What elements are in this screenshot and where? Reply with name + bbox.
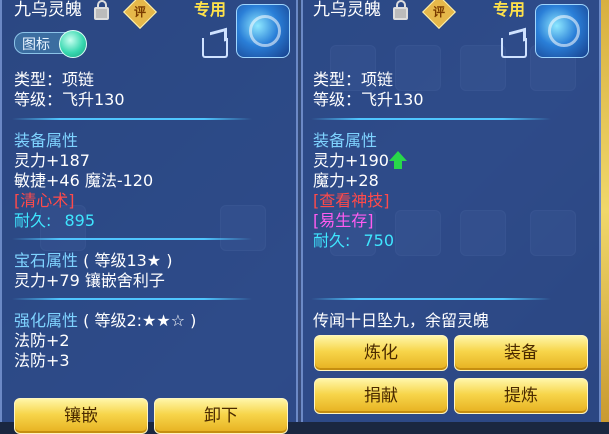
refine-button[interactable]: 炼化	[314, 335, 448, 371]
item-tooltip-left: 九乌灵魄 评 专用 图标 类型：项链 等级：飞升130 装备属性 灵力+187 …	[0, 0, 298, 434]
special-skill[interactable]: [清心术]	[14, 191, 75, 211]
item-name: 九乌灵魄	[14, 0, 82, 20]
exclusive-label: 专用	[194, 0, 227, 19]
effect-tag: [易生存]	[313, 211, 374, 230]
durability: 耐久: 750	[313, 231, 394, 251]
item-level: 等级：飞升130	[14, 90, 125, 109]
appraise-badge-icon[interactable]: 评	[123, 0, 157, 29]
side-scroll-strip	[601, 0, 609, 422]
icon-toggle[interactable]: 图标	[14, 30, 87, 58]
inlay-button[interactable]: 镶嵌	[14, 398, 148, 434]
durability-label: 耐久:	[14, 211, 52, 230]
strengthen-line: 法防+2	[14, 331, 70, 350]
item-tooltip-right: 九乌灵魄 评 专用 类型：项链 等级：飞升130 装备属性 灵力+190 魔力+…	[301, 0, 601, 422]
lore-text: 传闻十日坠九，余留灵魄	[313, 311, 490, 330]
equip-attr-title: 装备属性	[313, 131, 378, 150]
durability-value: 895	[64, 211, 96, 230]
equip-button[interactable]: 装备	[454, 335, 588, 371]
durability-label: 耐久:	[313, 231, 351, 250]
appraise-badge-icon[interactable]: 评	[422, 0, 456, 29]
lock-icon[interactable]	[393, 0, 408, 20]
share-icon[interactable]	[202, 38, 228, 58]
view-skill-link[interactable]: [查看神技]	[313, 191, 390, 211]
divider	[12, 118, 252, 120]
item-level: 等级：飞升130	[313, 90, 424, 109]
strengthen-line: 法防+3	[14, 351, 70, 370]
divider	[12, 238, 252, 240]
durability: 耐久: 895	[14, 211, 95, 231]
attr-line: 灵力+187	[14, 151, 90, 170]
gem-attr: 宝石属性 ( 等级13★ )	[14, 251, 172, 271]
strengthen-attr: 强化属性 ( 等级2:★★☆ )	[14, 311, 196, 331]
item-type: 类型：项链	[313, 70, 394, 89]
toggle-knob-icon	[59, 30, 87, 58]
attr-line: 敏捷+46 魔法-120	[14, 171, 154, 190]
divider	[311, 298, 551, 300]
item-type: 类型：项链	[14, 70, 95, 89]
extract-button[interactable]: 提炼	[454, 378, 588, 414]
attr-line: 魔力+28	[313, 171, 379, 190]
strengthen-title: 强化属性	[14, 311, 79, 330]
durability-value: 750	[363, 231, 395, 250]
donate-button[interactable]: 捐献	[314, 378, 448, 414]
icon-toggle-label: 图标	[22, 37, 50, 53]
item-icon	[535, 4, 589, 58]
divider	[311, 118, 551, 120]
strengthen-detail: ( 等级2:★★☆ )	[83, 311, 197, 330]
item-name: 九乌灵魄	[313, 0, 381, 20]
gem-attr-title: 宝石属性	[14, 251, 79, 270]
lock-icon[interactable]	[94, 0, 109, 20]
equip-attr-title: 装备属性	[14, 131, 79, 150]
unequip-button[interactable]: 卸下	[154, 398, 288, 434]
upgrade-arrow-icon	[389, 151, 407, 169]
exclusive-label: 专用	[493, 0, 526, 19]
attr-line: 灵力+190	[313, 151, 389, 170]
gem-line: 灵力+79 镶嵌舍利子	[14, 271, 165, 290]
item-icon	[236, 4, 290, 58]
share-icon[interactable]	[501, 38, 527, 58]
divider	[12, 298, 252, 300]
gem-attr-detail: ( 等级13★ )	[83, 251, 173, 270]
